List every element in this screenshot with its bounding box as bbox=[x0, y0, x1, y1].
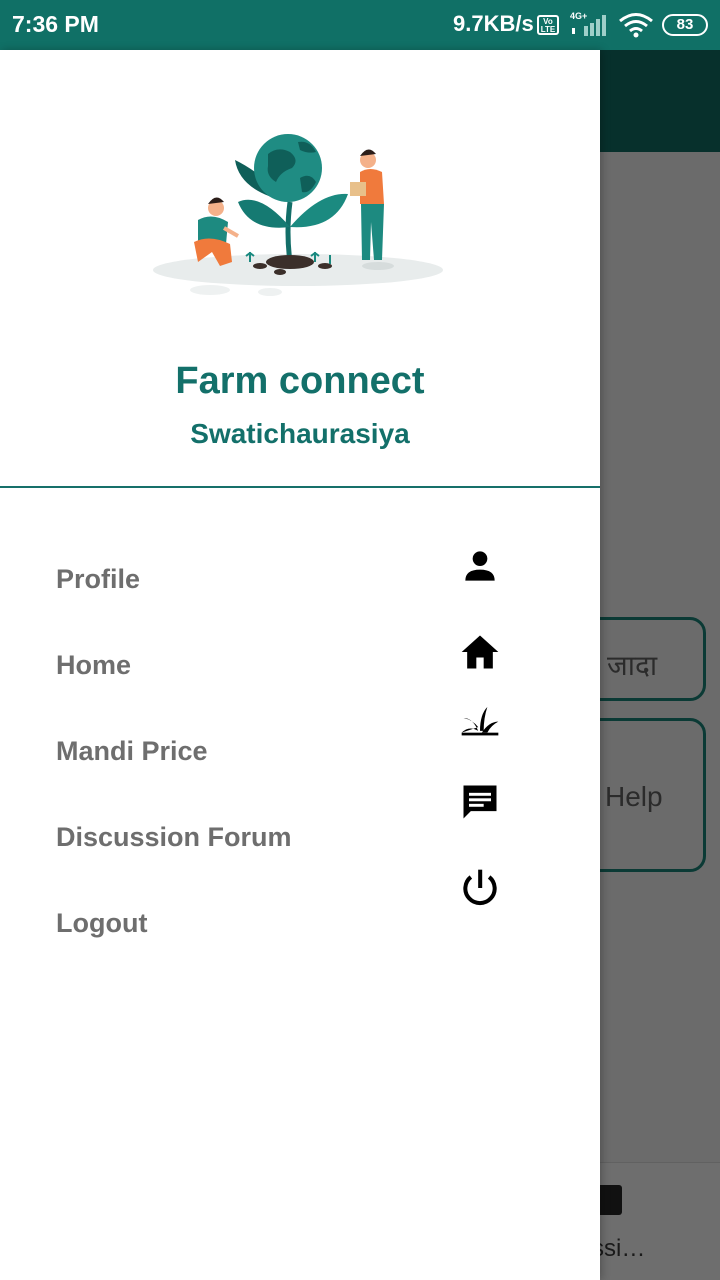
background-card-1: जादा bbox=[600, 617, 706, 701]
network-speed: 9.7KB/s bbox=[453, 11, 534, 36]
menu-item-mandi-price[interactable]: Mandi Price bbox=[0, 706, 600, 778]
person-icon[interactable] bbox=[458, 544, 502, 588]
background-toolbar bbox=[600, 50, 720, 152]
wifi-icon bbox=[619, 13, 653, 38]
background-card-2: Help bbox=[600, 718, 706, 872]
volte-icon: Vo LTE bbox=[537, 15, 559, 35]
home-icon[interactable] bbox=[458, 630, 502, 674]
chat-icon[interactable] bbox=[458, 780, 502, 824]
menu-item-home-label: Home bbox=[56, 650, 132, 680]
user-name: Swatichaurasiya bbox=[190, 418, 410, 449]
background-bottom-tab-label: ssi… bbox=[600, 1235, 646, 1262]
menu-item-profile-label: Profile bbox=[56, 564, 141, 594]
navigation-drawer: Farm connect Swatichaurasiya Profile Hom… bbox=[0, 50, 600, 1280]
menu-item-discussion-forum[interactable]: Discussion Forum bbox=[0, 792, 600, 864]
farming-illustration bbox=[153, 134, 443, 296]
signal-icon: 4G+ bbox=[570, 11, 606, 36]
menu-item-profile[interactable]: Profile bbox=[0, 534, 600, 606]
power-icon[interactable] bbox=[458, 866, 502, 910]
forum-tab-icon bbox=[600, 1185, 622, 1215]
menu-item-discussion-forum-label: Discussion Forum bbox=[56, 822, 292, 852]
background-bottom-nav: ssi… bbox=[600, 1162, 720, 1280]
app-title: Farm connect bbox=[175, 360, 425, 402]
battery-level: 83 bbox=[676, 16, 694, 33]
background-app: जादा Help ssi… bbox=[600, 50, 720, 1280]
menu-item-mandi-price-label: Mandi Price bbox=[56, 736, 208, 766]
background-card-1-text: जादा bbox=[607, 650, 658, 681]
grass-icon[interactable] bbox=[458, 696, 502, 740]
menu-item-home[interactable]: Home bbox=[0, 620, 600, 692]
battery-icon: 83 bbox=[662, 14, 708, 36]
menu-item-logout-label: Logout bbox=[56, 908, 148, 938]
drawer-header: Farm connect Swatichaurasiya bbox=[0, 50, 600, 488]
background-card-2-text: Help bbox=[605, 781, 663, 812]
status-time: 7:36 PM bbox=[12, 11, 99, 37]
status-bar: 7:36 PM 9.7KB/s Vo LTE 4G+ 83 bbox=[0, 0, 720, 50]
svg-text:4G+: 4G+ bbox=[570, 11, 587, 21]
menu-item-logout[interactable]: Logout bbox=[0, 878, 600, 950]
